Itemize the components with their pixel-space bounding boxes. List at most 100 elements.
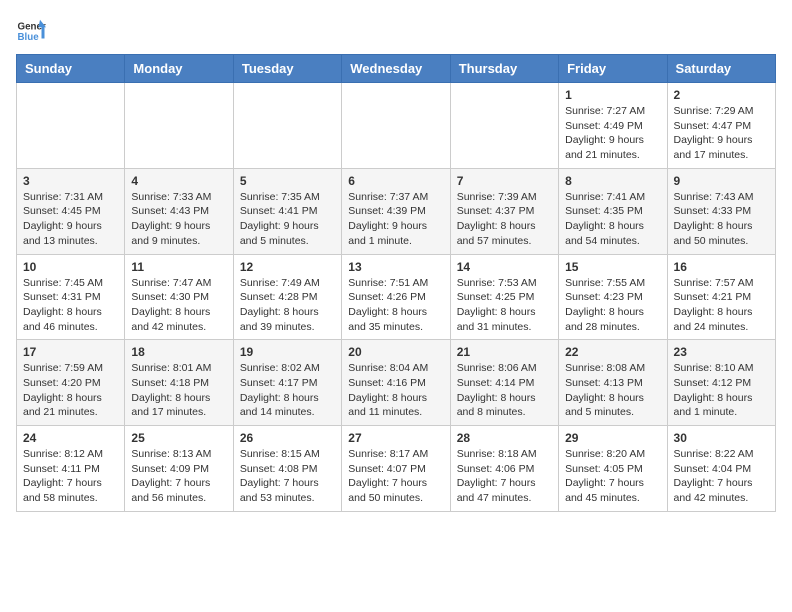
day-number: 21 bbox=[457, 345, 552, 359]
day-number: 13 bbox=[348, 260, 443, 274]
calendar-cell: 28 Sunrise: 8:18 AM Sunset: 4:06 PM Dayli… bbox=[450, 426, 558, 512]
calendar-cell bbox=[125, 83, 233, 169]
calendar-cell: 15 Sunrise: 7:55 AM Sunset: 4:23 PM Dayli… bbox=[559, 254, 667, 340]
calendar-cell: 27 Sunrise: 8:17 AM Sunset: 4:07 PM Dayli… bbox=[342, 426, 450, 512]
day-info: Sunrise: 7:53 AM Sunset: 4:25 PM Dayligh… bbox=[457, 276, 552, 335]
day-number: 25 bbox=[131, 431, 226, 445]
page-header: General Blue bbox=[16, 16, 776, 46]
day-info: Sunrise: 8:01 AM Sunset: 4:18 PM Dayligh… bbox=[131, 361, 226, 420]
day-info: Sunrise: 7:49 AM Sunset: 4:28 PM Dayligh… bbox=[240, 276, 335, 335]
day-info: Sunrise: 7:45 AM Sunset: 4:31 PM Dayligh… bbox=[23, 276, 118, 335]
day-number: 9 bbox=[674, 174, 769, 188]
calendar-cell: 18 Sunrise: 8:01 AM Sunset: 4:18 PM Dayli… bbox=[125, 340, 233, 426]
calendar-cell: 17 Sunrise: 7:59 AM Sunset: 4:20 PM Dayli… bbox=[17, 340, 125, 426]
weekday-header-sunday: Sunday bbox=[17, 55, 125, 83]
calendar-cell: 22 Sunrise: 8:08 AM Sunset: 4:13 PM Dayli… bbox=[559, 340, 667, 426]
weekday-header-tuesday: Tuesday bbox=[233, 55, 341, 83]
day-number: 17 bbox=[23, 345, 118, 359]
weekday-header-monday: Monday bbox=[125, 55, 233, 83]
day-number: 12 bbox=[240, 260, 335, 274]
calendar-table: SundayMondayTuesdayWednesdayThursdayFrid… bbox=[16, 54, 776, 512]
calendar-cell: 1 Sunrise: 7:27 AM Sunset: 4:49 PM Daylig… bbox=[559, 83, 667, 169]
calendar-cell bbox=[342, 83, 450, 169]
day-number: 27 bbox=[348, 431, 443, 445]
day-info: Sunrise: 7:55 AM Sunset: 4:23 PM Dayligh… bbox=[565, 276, 660, 335]
calendar-cell: 3Sunrise: 7:31 AM Sunset: 4:45 PM Daylig… bbox=[17, 168, 125, 254]
day-info: Sunrise: 8:13 AM Sunset: 4:09 PM Dayligh… bbox=[131, 447, 226, 506]
day-number: 22 bbox=[565, 345, 660, 359]
day-info: Sunrise: 8:08 AM Sunset: 4:13 PM Dayligh… bbox=[565, 361, 660, 420]
day-number: 5 bbox=[240, 174, 335, 188]
calendar-cell: 26 Sunrise: 8:15 AM Sunset: 4:08 PM Dayli… bbox=[233, 426, 341, 512]
day-info: Sunrise: 7:41 AM Sunset: 4:35 PM Dayligh… bbox=[565, 190, 660, 249]
day-info: Sunrise: 8:02 AM Sunset: 4:17 PM Dayligh… bbox=[240, 361, 335, 420]
day-info: Sunrise: 7:37 AM Sunset: 4:39 PM Dayligh… bbox=[348, 190, 443, 249]
weekday-header-friday: Friday bbox=[559, 55, 667, 83]
day-number: 11 bbox=[131, 260, 226, 274]
calendar-cell bbox=[17, 83, 125, 169]
day-info: Sunrise: 8:12 AM Sunset: 4:11 PM Dayligh… bbox=[23, 447, 118, 506]
day-number: 6 bbox=[348, 174, 443, 188]
day-info: Sunrise: 8:20 AM Sunset: 4:05 PM Dayligh… bbox=[565, 447, 660, 506]
day-number: 4 bbox=[131, 174, 226, 188]
calendar-cell: 4 Sunrise: 7:33 AM Sunset: 4:43 PM Daylig… bbox=[125, 168, 233, 254]
calendar-cell: 8 Sunrise: 7:41 AM Sunset: 4:35 PM Daylig… bbox=[559, 168, 667, 254]
calendar-cell: 13 Sunrise: 7:51 AM Sunset: 4:26 PM Dayli… bbox=[342, 254, 450, 340]
calendar-cell: 21 Sunrise: 8:06 AM Sunset: 4:14 PM Dayli… bbox=[450, 340, 558, 426]
day-info: Sunrise: 8:18 AM Sunset: 4:06 PM Dayligh… bbox=[457, 447, 552, 506]
calendar-cell: 7 Sunrise: 7:39 AM Sunset: 4:37 PM Daylig… bbox=[450, 168, 558, 254]
day-number: 14 bbox=[457, 260, 552, 274]
day-number: 16 bbox=[674, 260, 769, 274]
calendar-cell: 20 Sunrise: 8:04 AM Sunset: 4:16 PM Dayli… bbox=[342, 340, 450, 426]
day-info: Sunrise: 8:04 AM Sunset: 4:16 PM Dayligh… bbox=[348, 361, 443, 420]
day-info: Sunrise: 8:06 AM Sunset: 4:14 PM Dayligh… bbox=[457, 361, 552, 420]
calendar-week-row: 17 Sunrise: 7:59 AM Sunset: 4:20 PM Dayli… bbox=[17, 340, 776, 426]
calendar-week-row: 1 Sunrise: 7:27 AM Sunset: 4:49 PM Daylig… bbox=[17, 83, 776, 169]
day-number: 7 bbox=[457, 174, 552, 188]
logo: General Blue bbox=[16, 16, 46, 46]
day-info: Sunrise: 7:57 AM Sunset: 4:21 PM Dayligh… bbox=[674, 276, 769, 335]
day-number: 24 bbox=[23, 431, 118, 445]
calendar-week-row: 3Sunrise: 7:31 AM Sunset: 4:45 PM Daylig… bbox=[17, 168, 776, 254]
day-number: 28 bbox=[457, 431, 552, 445]
calendar-cell bbox=[450, 83, 558, 169]
day-info: Sunrise: 7:47 AM Sunset: 4:30 PM Dayligh… bbox=[131, 276, 226, 335]
day-info: Sunrise: 7:33 AM Sunset: 4:43 PM Dayligh… bbox=[131, 190, 226, 249]
calendar-week-row: 24 Sunrise: 8:12 AM Sunset: 4:11 PM Dayli… bbox=[17, 426, 776, 512]
calendar-cell: 16 Sunrise: 7:57 AM Sunset: 4:21 PM Dayli… bbox=[667, 254, 775, 340]
day-info: Sunrise: 7:27 AM Sunset: 4:49 PM Dayligh… bbox=[565, 104, 660, 163]
day-info: Sunrise: 8:17 AM Sunset: 4:07 PM Dayligh… bbox=[348, 447, 443, 506]
day-number: 8 bbox=[565, 174, 660, 188]
day-number: 3 bbox=[23, 174, 118, 188]
day-info: Sunrise: 7:59 AM Sunset: 4:20 PM Dayligh… bbox=[23, 361, 118, 420]
calendar-week-row: 10Sunrise: 7:45 AM Sunset: 4:31 PM Dayli… bbox=[17, 254, 776, 340]
day-info: Sunrise: 7:39 AM Sunset: 4:37 PM Dayligh… bbox=[457, 190, 552, 249]
day-info: Sunrise: 8:22 AM Sunset: 4:04 PM Dayligh… bbox=[674, 447, 769, 506]
calendar-cell: 30Sunrise: 8:22 AM Sunset: 4:04 PM Dayli… bbox=[667, 426, 775, 512]
day-number: 26 bbox=[240, 431, 335, 445]
day-info: Sunrise: 7:29 AM Sunset: 4:47 PM Dayligh… bbox=[674, 104, 769, 163]
day-number: 19 bbox=[240, 345, 335, 359]
svg-text:Blue: Blue bbox=[18, 32, 40, 43]
calendar-cell: 5Sunrise: 7:35 AM Sunset: 4:41 PM Daylig… bbox=[233, 168, 341, 254]
calendar-cell: 24 Sunrise: 8:12 AM Sunset: 4:11 PM Dayli… bbox=[17, 426, 125, 512]
calendar-cell: 12 Sunrise: 7:49 AM Sunset: 4:28 PM Dayli… bbox=[233, 254, 341, 340]
day-number: 20 bbox=[348, 345, 443, 359]
day-info: Sunrise: 7:51 AM Sunset: 4:26 PM Dayligh… bbox=[348, 276, 443, 335]
day-info: Sunrise: 8:15 AM Sunset: 4:08 PM Dayligh… bbox=[240, 447, 335, 506]
weekday-header-saturday: Saturday bbox=[667, 55, 775, 83]
day-info: Sunrise: 8:10 AM Sunset: 4:12 PM Dayligh… bbox=[674, 361, 769, 420]
calendar-cell bbox=[233, 83, 341, 169]
calendar-cell: 19 Sunrise: 8:02 AM Sunset: 4:17 PM Dayli… bbox=[233, 340, 341, 426]
weekday-header-wednesday: Wednesday bbox=[342, 55, 450, 83]
calendar-cell: 2Sunrise: 7:29 AM Sunset: 4:47 PM Daylig… bbox=[667, 83, 775, 169]
calendar-cell: 9Sunrise: 7:43 AM Sunset: 4:33 PM Daylig… bbox=[667, 168, 775, 254]
calendar-cell: 6 Sunrise: 7:37 AM Sunset: 4:39 PM Daylig… bbox=[342, 168, 450, 254]
day-number: 18 bbox=[131, 345, 226, 359]
day-number: 23 bbox=[674, 345, 769, 359]
weekday-header-thursday: Thursday bbox=[450, 55, 558, 83]
day-number: 1 bbox=[565, 88, 660, 102]
calendar-cell: 10Sunrise: 7:45 AM Sunset: 4:31 PM Dayli… bbox=[17, 254, 125, 340]
day-number: 15 bbox=[565, 260, 660, 274]
calendar-cell: 25 Sunrise: 8:13 AM Sunset: 4:09 PM Dayli… bbox=[125, 426, 233, 512]
